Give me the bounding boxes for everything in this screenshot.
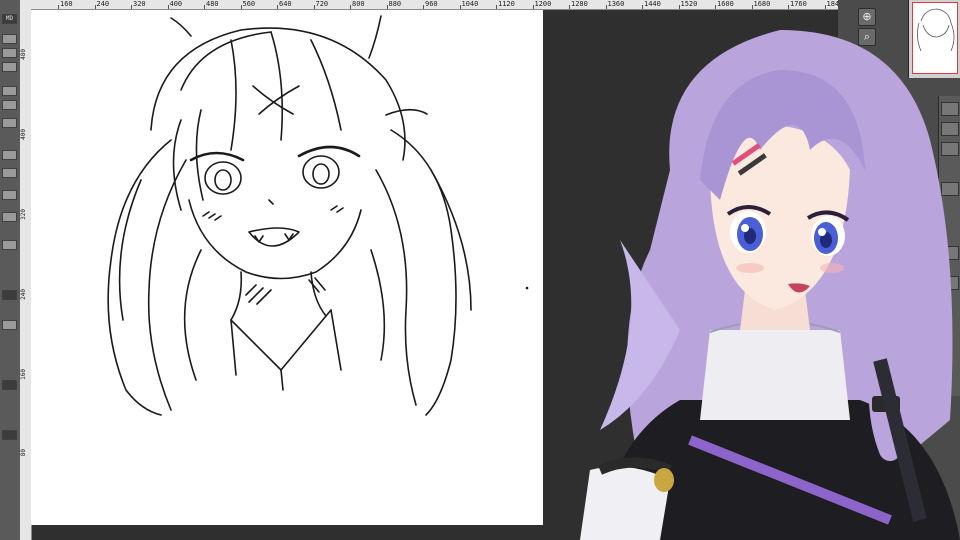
ruler-tick bbox=[423, 5, 424, 9]
ruler-tick-label: 560 bbox=[242, 0, 256, 8]
ruler-tick-label: 80 bbox=[20, 449, 27, 457]
figure-tool-button[interactable] bbox=[2, 190, 17, 200]
vtuber-avatar bbox=[560, 0, 960, 540]
tool-palette: MD bbox=[0, 0, 21, 540]
ruler-tick bbox=[277, 5, 278, 9]
selection-tool-button[interactable] bbox=[2, 118, 17, 128]
ruler-tick-label: 1120 bbox=[498, 0, 515, 8]
ruler-tick-label: 400 bbox=[169, 0, 183, 8]
ruler-tick bbox=[532, 5, 534, 9]
ruler-tick-label: 480 bbox=[20, 49, 27, 60]
ruler-tick-label: 720 bbox=[315, 0, 329, 8]
pencil-tool-button[interactable] bbox=[2, 48, 17, 58]
ruler-tick bbox=[131, 5, 132, 9]
brush-tool-button[interactable] bbox=[2, 62, 17, 72]
opacity-button[interactable] bbox=[2, 320, 17, 330]
gradient-tool-button[interactable] bbox=[2, 212, 17, 222]
ruler-tick bbox=[204, 5, 205, 9]
ruler-tick bbox=[386, 5, 388, 9]
ruler-tick bbox=[94, 5, 96, 9]
clip-studio-window: MD 160 240 320 400 480 560 640 720 800 880 960 1040… bbox=[0, 0, 960, 540]
ruler-tick bbox=[496, 5, 497, 9]
ruler-tick-label: 1040 bbox=[461, 0, 479, 8]
ruler-tick bbox=[459, 5, 461, 9]
ruler-tick-label: 320 bbox=[20, 209, 27, 220]
color-wheel-button[interactable] bbox=[2, 380, 17, 390]
ruler-tick-label: 800 bbox=[352, 0, 365, 8]
ruler-tick bbox=[58, 5, 59, 9]
ruler-tick-label: 1200 bbox=[534, 0, 552, 8]
text-tool-button[interactable] bbox=[2, 168, 17, 178]
tool-mode-button[interactable]: MD bbox=[2, 14, 17, 24]
pen-tool-button[interactable] bbox=[2, 34, 17, 44]
ruler-tick-label: 480 bbox=[206, 0, 219, 8]
ruler-tick bbox=[240, 5, 242, 9]
ruler-tick-label: 240 bbox=[20, 289, 27, 300]
main-color-swatch[interactable] bbox=[2, 430, 17, 440]
drawing-canvas[interactable] bbox=[31, 10, 543, 525]
blend-tool-button[interactable] bbox=[2, 240, 17, 250]
ruler-tick bbox=[167, 5, 169, 9]
avatar-illustration bbox=[580, 30, 960, 540]
ruler-tick-label: 880 bbox=[388, 0, 402, 8]
ruler-tick-label: 960 bbox=[425, 0, 438, 8]
ruler-tick bbox=[313, 5, 315, 9]
ruler-tick-label: 160 bbox=[20, 369, 27, 380]
lineart-sketch bbox=[107, 15, 529, 416]
ruler-tick-label: 240 bbox=[96, 0, 110, 8]
eraser-tool-button[interactable] bbox=[2, 86, 17, 96]
brush-size-button[interactable] bbox=[2, 290, 17, 300]
ruler-tick-label: 640 bbox=[279, 0, 292, 8]
ruler-tick-label: 400 bbox=[20, 129, 27, 140]
ruler-tick-label: 320 bbox=[133, 0, 146, 8]
ruler-tick bbox=[350, 5, 351, 9]
move-tool-button[interactable] bbox=[2, 150, 17, 160]
fill-tool-button[interactable] bbox=[2, 100, 17, 110]
ruler-tick-label: 160 bbox=[60, 0, 73, 8]
